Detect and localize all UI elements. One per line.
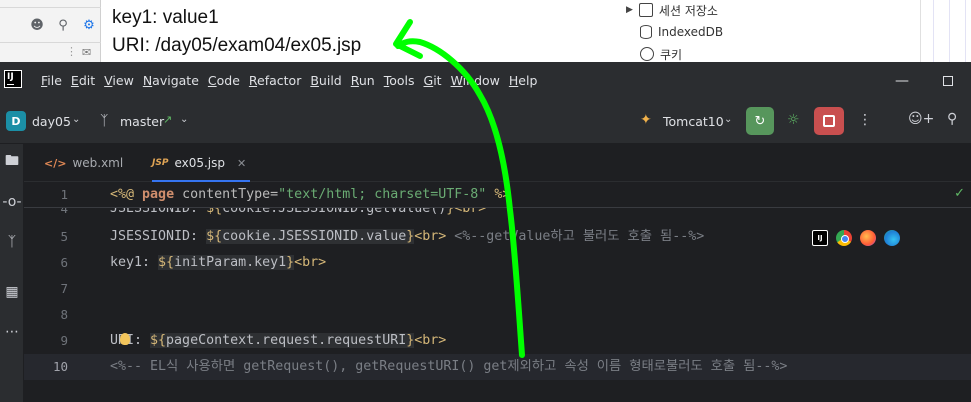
browser-window: ☻ ⚲ ⚙ ⋮ ✉ key1: value1 URI: /day05/exam0…: [0, 0, 971, 62]
search-icon[interactable]: ⚲: [56, 18, 70, 33]
commit-icon[interactable]: -o-: [2, 192, 22, 212]
gear-icon[interactable]: ⚙: [82, 18, 96, 33]
search-everywhere-icon[interactable]: ⚲: [947, 111, 957, 127]
code-editor[interactable]: ✓ 1 <%@ page contentType="text/html; cha…: [24, 182, 971, 402]
cookie-icon: [640, 47, 654, 61]
main-menu: File Edit View Navigate Code Refactor Bu…: [41, 73, 546, 88]
code-line-8: 8: [60, 307, 68, 322]
xml-icon: </>: [44, 156, 67, 170]
more-tools-icon[interactable]: ⋯: [2, 322, 22, 342]
menu-run[interactable]: Run: [351, 73, 375, 88]
tool-window-strip: 🖿 -o- ᛉ ▦ ⋯: [0, 144, 24, 402]
tree-item-session-storage[interactable]: ▶ 세션 저장소: [626, 1, 718, 19]
expand-triangle-icon[interactable]: ▶: [626, 5, 633, 15]
more-icon[interactable]: ⋮: [66, 45, 77, 58]
tree-item-cookies[interactable]: 쿠키: [640, 45, 682, 62]
feedback-icon[interactable]: ✉: [82, 46, 91, 59]
no-problems-check-icon[interactable]: ✓: [954, 186, 965, 201]
branch-icon: ᛉ: [100, 113, 109, 129]
code-line-9: 9 URI: ${pageContext.request.requestURI}…: [60, 333, 447, 348]
menu-edit[interactable]: Edit: [71, 73, 95, 88]
code-line-10: 10 <%-- EL식 사용하면 getRequest(), getReques…: [24, 354, 971, 380]
browser-devtools-left-panel: ☻ ⚲ ⚙ ⋮ ✉: [0, 0, 101, 62]
close-icon[interactable]: ✕: [237, 157, 246, 170]
incoming-arrow-icon: ↗: [163, 113, 173, 126]
menu-file[interactable]: File: [41, 73, 62, 88]
maximize-icon[interactable]: [925, 62, 971, 100]
code-line-1: <%@ page contentType="text/html; charset…: [110, 187, 511, 202]
rerun-button[interactable]: ↻: [746, 107, 774, 135]
minimize-icon[interactable]: —: [879, 62, 925, 100]
run-config-selector[interactable]: Tomcat10: [663, 114, 724, 129]
chrome-icon[interactable]: [836, 230, 852, 246]
chevron-down-icon[interactable]: ⌄: [180, 114, 188, 125]
chevron-down-icon[interactable]: ⌄: [724, 114, 732, 125]
menu-build[interactable]: Build: [310, 73, 341, 88]
stop-button[interactable]: [814, 107, 844, 135]
menu-code[interactable]: Code: [208, 73, 240, 88]
sticky-header-line: 1 <%@ page contentType="text/html; chars…: [24, 182, 971, 208]
more-actions-icon[interactable]: ⋮: [858, 112, 872, 128]
firefox-icon[interactable]: [860, 230, 876, 246]
database-icon: [640, 25, 652, 39]
page-output: key1: value1 URI: /day05/exam04/ex05.jsp: [112, 4, 361, 60]
devtools-storage-tree: ▶ 세션 저장소 IndexedDB 쿠키: [620, 0, 920, 62]
chevron-down-icon[interactable]: ⌄: [72, 114, 80, 125]
ide-title-bar: IJ File Edit View Navigate Code Refactor…: [0, 62, 971, 100]
devtools-grid: [920, 0, 971, 62]
menu-window[interactable]: Window: [451, 73, 500, 88]
line-number: 1: [60, 187, 68, 202]
add-user-icon[interactable]: ☺+: [908, 111, 934, 127]
output-line-uri: URI: /day05/exam04/ex05.jsp: [112, 35, 362, 56]
tree-item-indexeddb[interactable]: IndexedDB: [640, 23, 723, 41]
intention-bulb-icon[interactable]: [120, 333, 130, 345]
branch-selector[interactable]: master: [120, 114, 164, 129]
menu-git[interactable]: Git: [424, 73, 442, 88]
output-line-key1: key1: value1: [112, 7, 219, 28]
project-folder-icon[interactable]: 🖿: [2, 152, 22, 172]
jsp-icon: JSP: [152, 158, 169, 168]
tab-ex05-jsp[interactable]: JSP ex05.jsp ✕: [152, 144, 251, 182]
menu-refactor[interactable]: Refactor: [249, 73, 301, 88]
debug-bug-icon[interactable]: ☼: [787, 112, 800, 128]
project-selector[interactable]: day05: [32, 114, 71, 129]
edge-icon[interactable]: [884, 230, 900, 246]
menu-tools[interactable]: Tools: [384, 73, 415, 88]
open-in-browser-popup: IJ: [812, 230, 900, 246]
user-icon[interactable]: ☻: [30, 18, 44, 33]
stop-icon: [823, 115, 835, 127]
menu-help[interactable]: Help: [509, 73, 538, 88]
menu-view[interactable]: View: [104, 73, 134, 88]
git-branches-icon[interactable]: ᛉ: [2, 232, 22, 252]
window-controls: —: [879, 62, 971, 100]
tomcat-icon: ✦: [640, 112, 652, 128]
menu-navigate[interactable]: Navigate: [143, 73, 199, 88]
code-line-6: 6 key1: ${initParam.key1}<br>: [60, 255, 327, 270]
editor-tabs: </> web.xml JSP ex05.jsp ✕: [24, 144, 971, 182]
table-icon: [638, 3, 653, 17]
intellij-logo-icon[interactable]: IJ: [4, 70, 22, 88]
project-badge[interactable]: D: [6, 111, 26, 131]
rerun-icon: ↻: [754, 113, 766, 129]
tab-web-xml[interactable]: </> web.xml: [44, 144, 123, 182]
code-line-7: 7: [60, 281, 68, 296]
structure-icon[interactable]: ▦: [2, 282, 22, 302]
intellij-browser-icon[interactable]: IJ: [812, 230, 828, 246]
